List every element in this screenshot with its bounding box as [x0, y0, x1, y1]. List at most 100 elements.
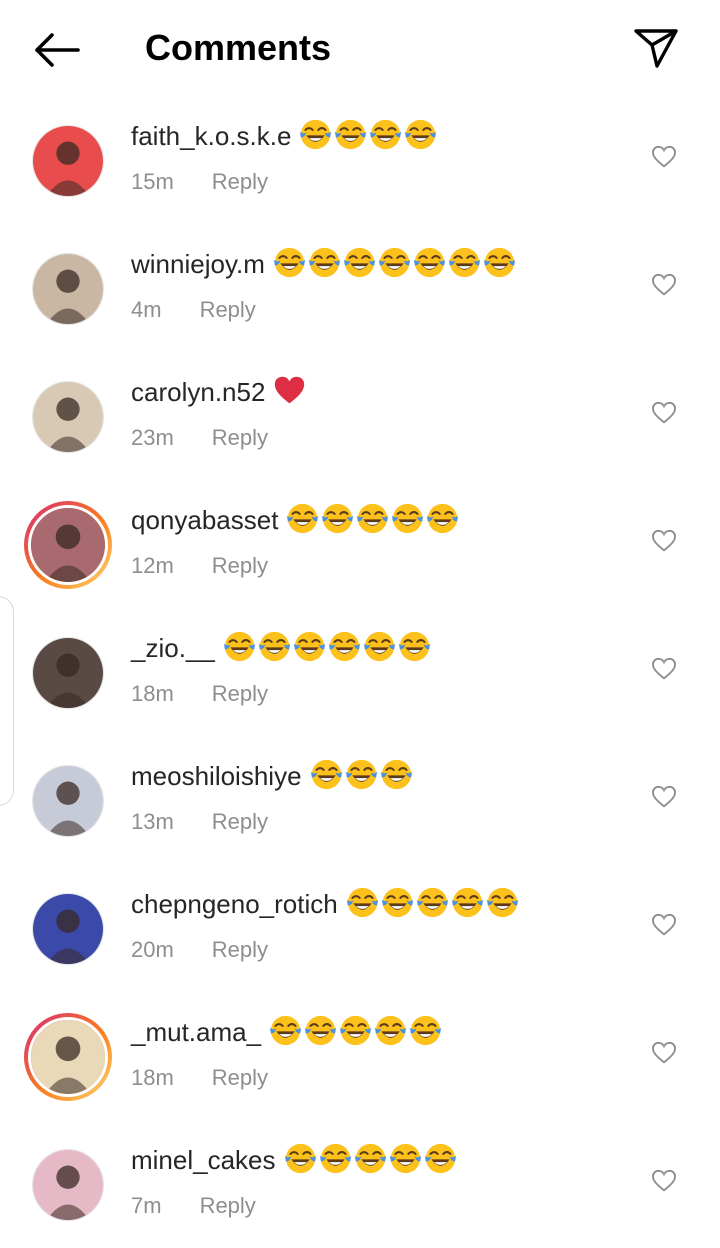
- comment-meta: 20m Reply: [131, 936, 268, 964]
- laughing-tears-icon: [308, 246, 341, 279]
- laughing-tears-icon: [391, 502, 424, 535]
- heart-outline-icon: [651, 1169, 677, 1193]
- comment-username[interactable]: _mut.ama_: [131, 1017, 261, 1047]
- like-button[interactable]: [650, 400, 678, 426]
- avatar[interactable]: [32, 637, 104, 709]
- avatar[interactable]: [32, 765, 104, 837]
- comment-username[interactable]: meoshiloishiye: [131, 761, 302, 791]
- laughing-tears-icon: [356, 502, 389, 535]
- laughing-tears-icon: [328, 630, 361, 663]
- reply-button[interactable]: Reply: [200, 296, 256, 324]
- arrow-left-icon: [35, 33, 80, 67]
- comment-username[interactable]: winniejoy.m: [131, 249, 265, 279]
- laughing-tears-icon: [304, 1014, 337, 1047]
- avatar[interactable]: [24, 1013, 112, 1101]
- comment-row: _mut.ama_ 18m Reply: [0, 992, 720, 1120]
- reply-button[interactable]: Reply: [212, 552, 268, 580]
- laughing-tears-icon: [286, 502, 319, 535]
- back-button[interactable]: [30, 28, 82, 72]
- reply-button[interactable]: Reply: [212, 424, 268, 452]
- like-button[interactable]: [650, 144, 678, 170]
- share-button[interactable]: [630, 24, 682, 72]
- like-button[interactable]: [650, 272, 678, 298]
- comment-username[interactable]: _zio.__: [131, 633, 215, 663]
- laughing-tears-icon: [345, 758, 378, 791]
- laughing-tears-icon: [416, 886, 449, 919]
- comment-row: winniejoy.m 4m Reply: [0, 224, 720, 352]
- comment-list: faith_k.o.s.k.e 15m Reply winniejoy.m 4m Repl…: [0, 96, 720, 1248]
- laughing-tears-icon: [381, 886, 414, 919]
- comment-meta: 23m Reply: [131, 424, 268, 452]
- comment-username[interactable]: minel_cakes: [131, 1145, 276, 1175]
- comment-timestamp: 23m: [131, 425, 174, 450]
- laughing-tears-icon: [319, 1142, 352, 1175]
- comment-text: faith_k.o.s.k.e: [131, 118, 437, 153]
- like-button[interactable]: [650, 528, 678, 554]
- comment-emojis: [271, 246, 516, 279]
- like-button[interactable]: [650, 1168, 678, 1194]
- comment-username[interactable]: carolyn.n52: [131, 377, 265, 407]
- avatar[interactable]: [24, 501, 112, 589]
- avatar[interactable]: [32, 893, 104, 965]
- comment-emojis: [344, 886, 519, 919]
- heart-outline-icon: [651, 657, 677, 681]
- comment-row: minel_cakes 7m Reply: [0, 1120, 720, 1248]
- comment-text: minel_cakes: [131, 1142, 457, 1177]
- laughing-tears-icon: [426, 502, 459, 535]
- like-button[interactable]: [650, 656, 678, 682]
- avatar[interactable]: [32, 253, 104, 325]
- laughing-tears-icon: [343, 246, 376, 279]
- comment-meta: 13m Reply: [131, 808, 268, 836]
- comment-timestamp: 18m: [131, 1065, 174, 1090]
- comment-username[interactable]: faith_k.o.s.k.e: [131, 121, 291, 151]
- reply-button[interactable]: Reply: [212, 936, 268, 964]
- avatar[interactable]: [32, 1149, 104, 1221]
- comment-username[interactable]: qonyabasset: [131, 505, 278, 535]
- comment-text: carolyn.n52: [131, 374, 306, 409]
- like-button[interactable]: [650, 784, 678, 810]
- comment-emojis: [297, 118, 437, 151]
- comment-row: chepngeno_rotich 20m Reply: [0, 864, 720, 992]
- comment-emojis: [282, 1142, 457, 1175]
- comment-meta: 18m Reply: [131, 680, 268, 708]
- comment-text: _zio.__: [131, 630, 431, 665]
- avatar[interactable]: [32, 125, 104, 197]
- laughing-tears-icon: [363, 630, 396, 663]
- comment-text: _mut.ama_: [131, 1014, 442, 1049]
- reply-button[interactable]: Reply: [212, 680, 268, 708]
- comment-timestamp: 20m: [131, 937, 174, 962]
- laughing-tears-icon: [380, 758, 413, 791]
- avatar[interactable]: [32, 381, 104, 453]
- laughing-tears-icon: [354, 1142, 387, 1175]
- comment-meta: 12m Reply: [131, 552, 268, 580]
- laughing-tears-icon: [369, 118, 402, 151]
- comment-emojis: [284, 502, 459, 535]
- laughing-tears-icon: [483, 246, 516, 279]
- reply-button[interactable]: Reply: [212, 808, 268, 836]
- comment-text: qonyabasset: [131, 502, 459, 537]
- comment-username[interactable]: chepngeno_rotich: [131, 889, 338, 919]
- like-button[interactable]: [650, 912, 678, 938]
- reply-button[interactable]: Reply: [212, 168, 268, 196]
- comment-emojis: [267, 1014, 442, 1047]
- reply-button[interactable]: Reply: [200, 1192, 256, 1220]
- laughing-tears-icon: [409, 1014, 442, 1047]
- laughing-tears-icon: [321, 502, 354, 535]
- comment-meta: 15m Reply: [131, 168, 268, 196]
- laughing-tears-icon: [339, 1014, 372, 1047]
- laughing-tears-icon: [389, 1142, 422, 1175]
- comment-text: winniejoy.m: [131, 246, 516, 281]
- comment-timestamp: 4m: [131, 297, 162, 322]
- comment-meta: 4m Reply: [131, 296, 256, 324]
- laughing-tears-icon: [374, 1014, 407, 1047]
- heart-outline-icon: [651, 401, 677, 425]
- comment-meta: 7m Reply: [131, 1192, 256, 1220]
- laughing-tears-icon: [451, 886, 484, 919]
- comment-emojis: [221, 630, 431, 663]
- reply-button[interactable]: Reply: [212, 1064, 268, 1092]
- top-bar: Comments: [0, 0, 720, 96]
- laughing-tears-icon: [310, 758, 343, 791]
- laughing-tears-icon: [269, 1014, 302, 1047]
- comment-row: _zio.__ 18m Reply: [0, 608, 720, 736]
- like-button[interactable]: [650, 1040, 678, 1066]
